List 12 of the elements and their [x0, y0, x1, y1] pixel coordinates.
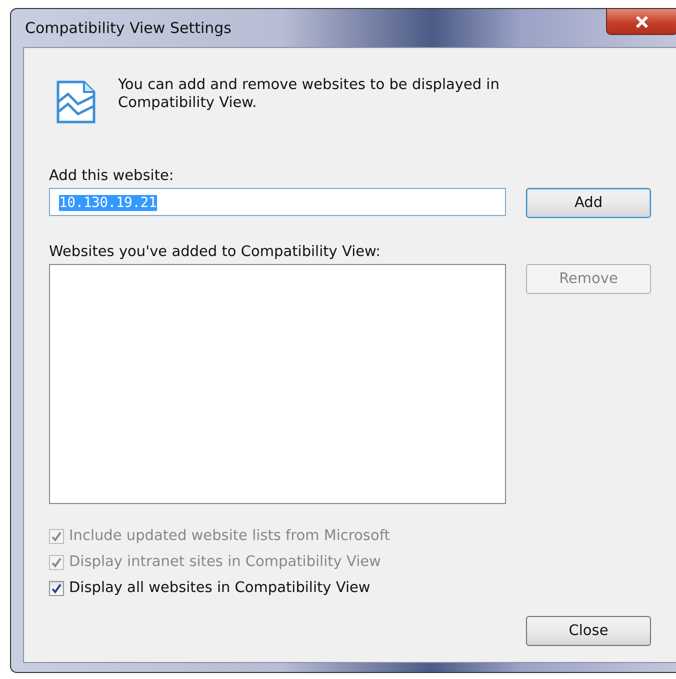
checkbox-label: Display intranet sites in Compatibility View	[69, 554, 381, 570]
close-button[interactable]: Close	[526, 616, 651, 646]
intro-text: You can add and remove websites to be displayed in Compatibility View.	[118, 76, 500, 112]
close-icon[interactable]	[606, 9, 676, 35]
webpage-icon	[56, 80, 96, 124]
checkbox[interactable]	[49, 580, 64, 596]
websites-list-label: Websites you've added to Compatibility View:	[49, 244, 382, 260]
checkbox-label: Display all websites in Compatibility View	[69, 580, 370, 596]
window-title: Compatibility View Settings	[25, 19, 232, 37]
add-website-label: Add this website:	[49, 168, 175, 184]
checkbox-label: Include updated website lists from Microsoft	[69, 528, 390, 544]
add-button[interactable]: Add	[526, 188, 651, 218]
